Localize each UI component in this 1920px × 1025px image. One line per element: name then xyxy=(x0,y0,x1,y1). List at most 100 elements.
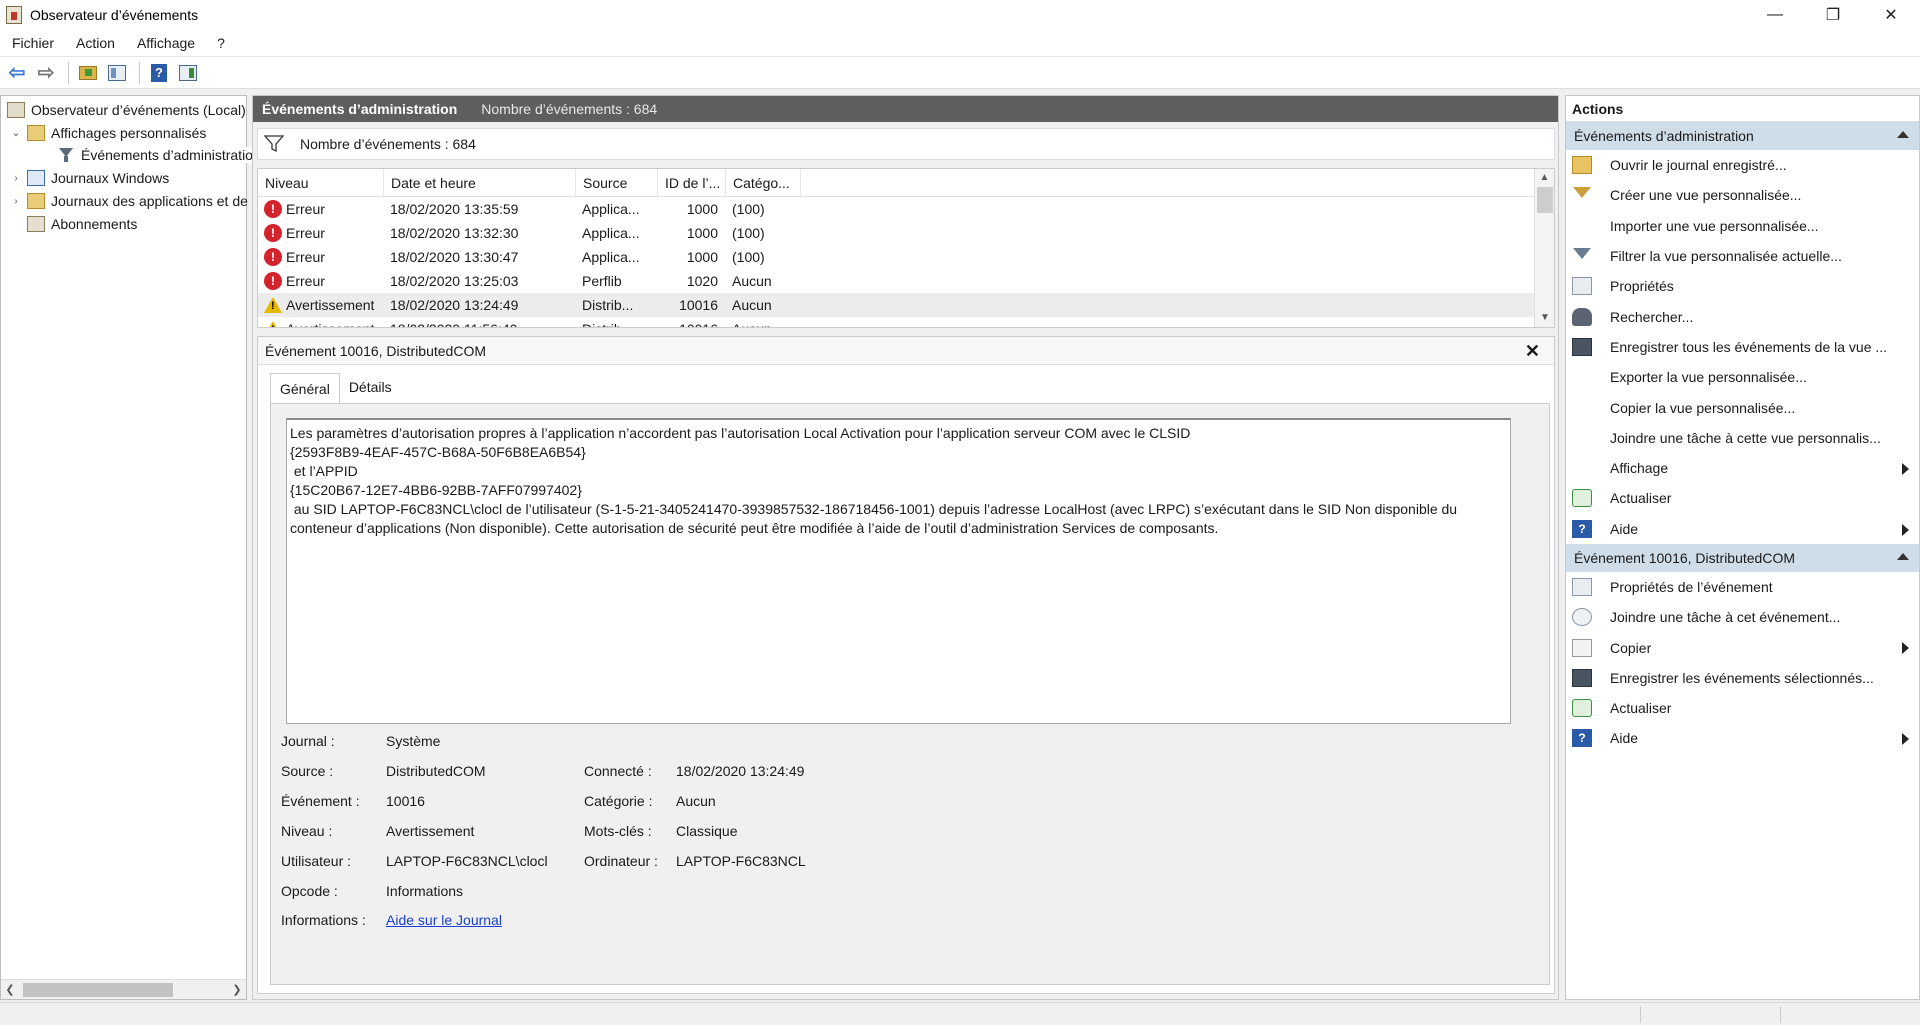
tab-details[interactable]: Détails xyxy=(340,373,401,401)
column-header-category[interactable]: Catégo... xyxy=(726,169,801,197)
find-icon xyxy=(1572,307,1592,326)
table-row[interactable]: ! Erreur 18/02/2020 13:30:47 Applica... 1000… xyxy=(258,245,1554,269)
action-item[interactable]: ? Aide xyxy=(1566,514,1919,544)
column-header-date[interactable]: Date et heure xyxy=(384,169,576,197)
table-vertical-scrollbar[interactable]: ▲ ▼ xyxy=(1534,169,1554,327)
column-header-id[interactable]: ID de l’... xyxy=(658,169,726,197)
menu-affichage[interactable]: Affichage xyxy=(125,35,205,51)
menu-action[interactable]: Action xyxy=(64,35,125,51)
detail-tabs: Général Détails xyxy=(270,373,401,403)
close-icon[interactable]: ✕ xyxy=(1525,341,1540,362)
action-item[interactable]: Créer une vue personnalisée... xyxy=(1566,180,1919,210)
minimize-icon[interactable]: — xyxy=(1746,0,1804,29)
open-log-icon xyxy=(1572,156,1592,175)
message-line: et l’APPID xyxy=(290,463,358,479)
tree-horizontal-scrollbar[interactable]: ❮ ❯ xyxy=(1,979,246,999)
action-item[interactable]: Actualiser xyxy=(1566,693,1919,723)
column-header-level[interactable]: Niveau xyxy=(258,169,384,197)
event-message-box[interactable]: Les paramètres d’autorisation propres à … xyxy=(286,418,1511,724)
show-hide-tree-icon[interactable] xyxy=(104,61,130,85)
chevron-right-icon[interactable]: › xyxy=(9,173,23,184)
forward-arrow-icon[interactable]: ⇨ xyxy=(33,61,59,85)
table-row[interactable]: ! Avertissement 18/02/2020 13:24:49 Distrib… xyxy=(258,293,1554,317)
scrollbar-thumb[interactable] xyxy=(23,982,173,997)
cell-date: 18/02/2020 13:30:47 xyxy=(390,249,519,265)
tree-item-custom-views[interactable]: ⌄ Affichages personnalisés xyxy=(9,122,206,144)
properties-icon xyxy=(1572,277,1592,296)
warning-icon: ! xyxy=(264,321,282,327)
subscriptions-icon xyxy=(27,216,45,232)
scroll-up-icon[interactable]: ▲ xyxy=(1535,169,1554,187)
chevron-right-icon[interactable]: › xyxy=(9,196,23,207)
action-item[interactable]: Joindre une tâche à cette vue personnali… xyxy=(1566,423,1919,453)
action-item[interactable]: Rechercher... xyxy=(1566,301,1919,331)
collapse-icon[interactable] xyxy=(1897,131,1909,138)
table-row[interactable]: ! Avertissement 18/02/2020 11:56:40Distrib… xyxy=(258,317,1554,327)
scroll-left-icon[interactable]: ❮ xyxy=(1,983,19,996)
action-item[interactable]: Copier la vue personnalisée... xyxy=(1566,392,1919,422)
table-row[interactable]: ! Erreur 18/02/2020 13:35:59 Applica... 1000… xyxy=(258,197,1554,221)
folder-up-icon[interactable] xyxy=(75,61,101,85)
save-icon xyxy=(1572,668,1592,687)
tree-item-label: Observateur d’événements (Local) xyxy=(31,102,246,118)
menu-fichier[interactable]: Fichier xyxy=(0,35,64,51)
tree-item-admin-events[interactable]: Événements d’administration xyxy=(53,144,261,166)
action-item[interactable]: Filtrer la vue personnalisée actuelle... xyxy=(1566,241,1919,271)
table-row[interactable]: ! Erreur 18/02/2020 13:25:03 Perflib 1020 Auc… xyxy=(258,269,1554,293)
scroll-right-icon[interactable]: ❯ xyxy=(228,983,246,996)
restore-icon[interactable]: ❐ xyxy=(1804,0,1862,29)
action-label: Rechercher... xyxy=(1610,308,1694,325)
action-item[interactable]: Joindre une tâche à cet événement... xyxy=(1566,602,1919,632)
cell-id: 10016 xyxy=(679,297,718,313)
status-divider xyxy=(1640,1006,1641,1023)
collapse-icon[interactable] xyxy=(1897,552,1909,560)
actions-section-event[interactable]: Événement 10016, DistributedCOM xyxy=(1566,543,1919,572)
help-icon[interactable]: ? xyxy=(146,61,172,85)
action-item[interactable]: Exporter la vue personnalisée... xyxy=(1566,362,1919,392)
action-item[interactable]: Affichage xyxy=(1566,453,1919,483)
action-item[interactable]: Propriétés de l’événement xyxy=(1566,572,1919,602)
section-title: Événements d’administration xyxy=(1574,128,1754,144)
message-line: Les paramètres d’autorisation propres à … xyxy=(290,425,1191,441)
warning-icon: ! xyxy=(264,297,282,313)
action-item[interactable]: Ouvrir le journal enregistré... xyxy=(1566,150,1919,180)
action-label: Aide xyxy=(1610,520,1639,537)
level-text: Erreur xyxy=(286,201,325,217)
action-item[interactable]: Enregistrer tous les événements de la vu… xyxy=(1566,332,1919,362)
chevron-down-icon[interactable]: ⌄ xyxy=(9,128,23,139)
help-journal-link[interactable]: Aide sur le Journal xyxy=(386,912,502,928)
field-value-utilisateur: LAPTOP-F6C83NCL\clocl xyxy=(386,853,548,869)
tree-item-windows-logs[interactable]: › Journaux Windows xyxy=(9,167,169,189)
actions-section-admin-events[interactable]: Événements d’administration xyxy=(1566,122,1919,150)
field-label: Ordinateur : xyxy=(584,853,658,869)
scrollbar-thumb[interactable] xyxy=(1537,187,1553,213)
action-item[interactable]: ? Aide xyxy=(1566,723,1919,753)
field-label: Informations : xyxy=(281,912,366,928)
column-header-source[interactable]: Source xyxy=(576,169,658,197)
tree-item-subscriptions[interactable]: Abonnements xyxy=(9,213,137,235)
cell-category: (100) xyxy=(732,225,765,241)
table-row[interactable]: ! Erreur 18/02/2020 13:32:30 Applica... 1000… xyxy=(258,221,1554,245)
event-count-header: Nombre d’événements : 684 xyxy=(481,101,658,117)
field-label: Mots-clés : xyxy=(584,823,652,839)
field-value-motscles: Classique xyxy=(676,823,738,839)
close-icon[interactable]: ✕ xyxy=(1862,0,1920,29)
help-icon: ? xyxy=(1572,519,1592,538)
center-header: Événements d’administration Nombre d’évé… xyxy=(253,96,1558,122)
tree-item-root[interactable]: Observateur d’événements (Local) xyxy=(5,99,246,121)
action-label: Copier xyxy=(1610,639,1652,656)
action-item[interactable]: Copier xyxy=(1566,632,1919,662)
action-item[interactable]: Enregistrer les événements sélectionnés.… xyxy=(1566,663,1919,693)
back-arrow-icon[interactable]: ⇦ xyxy=(4,61,30,85)
action-item[interactable]: Actualiser xyxy=(1566,483,1919,513)
action-item[interactable]: Importer une vue personnalisée... xyxy=(1566,211,1919,241)
level-text: Erreur xyxy=(286,225,325,241)
tab-general[interactable]: Général xyxy=(270,373,340,403)
cell-category: (100) xyxy=(732,249,765,265)
events-table: Niveau Date et heure Source ID de l’... … xyxy=(257,168,1555,328)
action-item[interactable]: Propriétés xyxy=(1566,271,1919,301)
center-pane: Événements d’administration Nombre d’évé… xyxy=(252,95,1559,1000)
menu-help[interactable]: ? xyxy=(205,35,235,51)
scroll-down-icon[interactable]: ▼ xyxy=(1535,309,1554,327)
show-hide-actions-icon[interactable] xyxy=(175,61,201,85)
